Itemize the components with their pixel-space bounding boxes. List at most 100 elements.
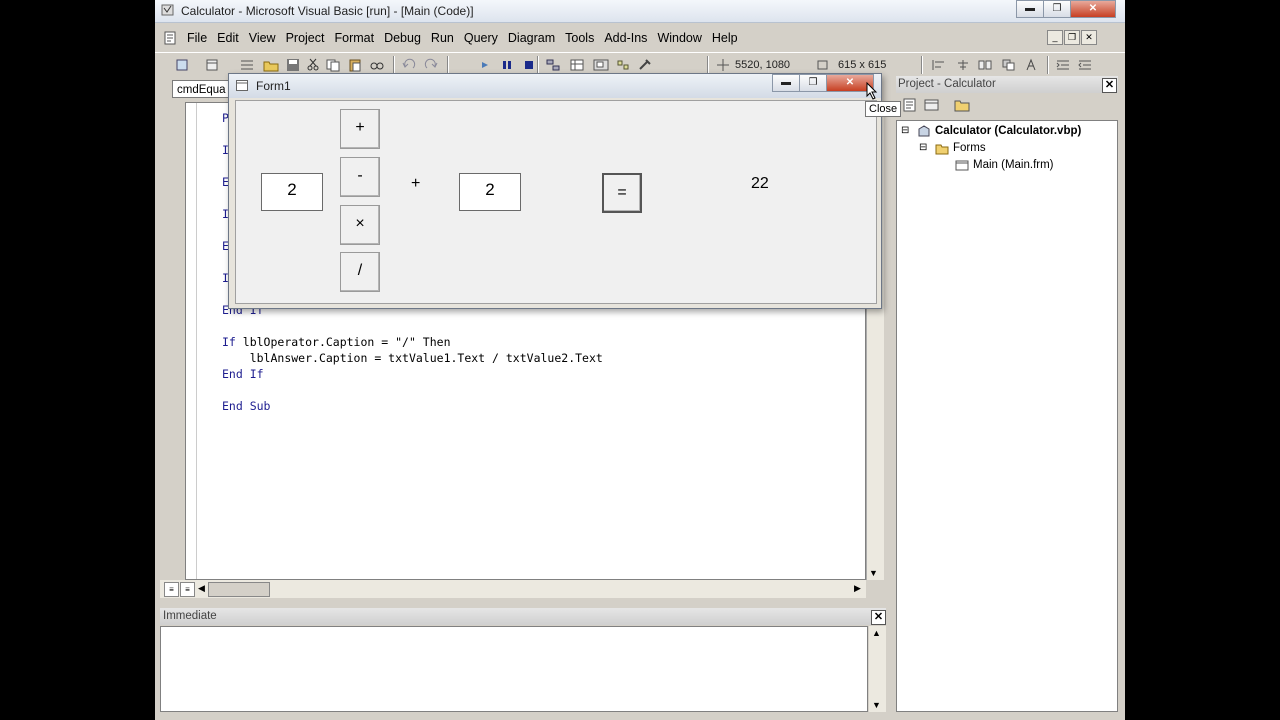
menu-bar: File Edit View Project Format Debug Run …	[155, 28, 1125, 48]
divide-button[interactable]: /	[340, 252, 380, 292]
scroll-thumb[interactable]	[208, 582, 270, 597]
object-browser-icon[interactable]	[615, 58, 631, 72]
font-size-icon[interactable]	[1025, 58, 1041, 72]
menu-query[interactable]: Query	[464, 31, 498, 45]
menu-debug[interactable]: Debug	[384, 31, 421, 45]
position-readout: 5520, 1080	[735, 59, 791, 71]
full-module-view-icon[interactable]: ≡	[180, 582, 195, 597]
collapse-icon[interactable]: ⊟	[919, 142, 927, 153]
form1-title: Form1	[256, 79, 291, 93]
tree-forms-folder[interactable]: Forms	[953, 142, 986, 154]
project-explorer: Project - Calculator ✕ ⊟ Calculator (Cal…	[896, 76, 1118, 712]
find-icon[interactable]	[369, 58, 385, 72]
form1-window: Form1 ▬ ❐ ✕ 2 + - × / + 2 = 22	[228, 73, 882, 309]
bring-front-icon[interactable]	[1001, 58, 1017, 72]
menu-run[interactable]: Run	[431, 31, 454, 45]
menu-file[interactable]: File	[187, 31, 207, 45]
indent-icon[interactable]	[1055, 58, 1071, 72]
tree-project-root[interactable]: Calculator (Calculator.vbp)	[935, 125, 1081, 137]
code-line: If lblOperator.Caption = "/" Then	[222, 335, 451, 349]
collapse-icon[interactable]: ⊟	[901, 125, 909, 136]
answer-label: 22	[751, 175, 769, 192]
immediate-window: Immediate ✕ ▲ ▼	[160, 608, 886, 712]
redo-icon[interactable]	[423, 58, 439, 72]
code-horizontal-scrollbar[interactable]: ≡ ≡ ◀ ▶	[160, 580, 866, 598]
mdi-close-button[interactable]: ✕	[1081, 30, 1097, 45]
menu-help[interactable]: Help	[712, 31, 738, 45]
open-project-icon[interactable]	[263, 58, 279, 72]
cut-icon[interactable]	[305, 58, 321, 72]
scroll-down-icon[interactable]: ▼	[872, 700, 881, 710]
vb-app-icon	[161, 4, 174, 16]
value1-input[interactable]: 2	[261, 173, 323, 211]
menu-project[interactable]: Project	[286, 31, 325, 45]
tree-main-form[interactable]: Main (Main.frm)	[973, 159, 1054, 171]
immediate-title: Immediate	[160, 608, 886, 625]
break-icon[interactable]	[499, 58, 515, 72]
code-line: End Sub	[222, 399, 271, 413]
scroll-left-icon[interactable]: ◀	[198, 583, 205, 594]
add-button[interactable]: +	[340, 109, 380, 149]
paste-icon[interactable]	[347, 58, 363, 72]
project-explorer-icon[interactable]	[545, 58, 561, 72]
align-icon[interactable]	[931, 58, 947, 72]
form-icon	[955, 160, 969, 171]
add-project-icon[interactable]	[175, 58, 191, 72]
outdent-icon[interactable]	[1077, 58, 1093, 72]
procedure-view-icon[interactable]: ≡	[164, 582, 179, 597]
form1-title-bar[interactable]: Form1 ▬ ❐ ✕	[229, 74, 881, 98]
save-project-icon[interactable]	[285, 58, 301, 72]
mdi-minimize-button[interactable]: _	[1047, 30, 1063, 45]
add-form-icon[interactable]	[205, 58, 221, 72]
toolbox-icon[interactable]	[637, 58, 653, 72]
multiply-button[interactable]: ×	[340, 205, 380, 245]
center-icon[interactable]	[955, 58, 971, 72]
code-window-icon[interactable]	[163, 31, 177, 45]
menu-diagram[interactable]: Diagram	[508, 31, 555, 45]
project-icon	[918, 125, 930, 137]
form1-maximize-button[interactable]: ❐	[799, 74, 827, 92]
form-icon	[236, 80, 248, 91]
subtract-button[interactable]: -	[340, 157, 380, 197]
equals-button[interactable]: =	[602, 173, 642, 213]
start-icon[interactable]	[477, 58, 493, 72]
menu-tools[interactable]: Tools	[565, 31, 594, 45]
form-layout-icon[interactable]	[593, 58, 609, 72]
immediate-close-icon[interactable]: ✕	[871, 610, 886, 625]
size-icon	[817, 60, 828, 70]
view-object-icon[interactable]	[924, 98, 940, 112]
value2-input[interactable]: 2	[459, 173, 521, 211]
menu-edit[interactable]: Edit	[217, 31, 239, 45]
maximize-button[interactable]: ❐	[1043, 0, 1071, 18]
immediate-input[interactable]	[160, 626, 868, 712]
code-line: End If	[222, 367, 264, 381]
end-icon[interactable]	[521, 58, 537, 72]
project-tree: ⊟ Calculator (Calculator.vbp) ⊟ Forms Ma…	[896, 120, 1118, 712]
scroll-up-icon[interactable]: ▲	[872, 628, 881, 638]
scroll-right-icon[interactable]: ▶	[854, 583, 861, 594]
project-close-icon[interactable]: ✕	[1102, 78, 1117, 93]
copy-icon[interactable]	[325, 58, 341, 72]
menu-view[interactable]: View	[249, 31, 276, 45]
menu-editor-icon[interactable]	[239, 58, 255, 72]
close-button[interactable]: ✕	[1070, 0, 1116, 18]
menu-window[interactable]: Window	[657, 31, 701, 45]
form1-minimize-button[interactable]: ▬	[772, 74, 800, 92]
properties-window-icon[interactable]	[569, 58, 585, 72]
title-bar: Calculator - Microsoft Visual Basic [run…	[155, 0, 1125, 23]
mdi-controls: _ ❐ ✕	[1046, 30, 1097, 45]
code-line: lblAnswer.Caption = txtValue1.Text / txt…	[249, 351, 603, 365]
menu-format[interactable]: Format	[334, 31, 374, 45]
minimize-button[interactable]: ▬	[1016, 0, 1044, 18]
immediate-scrollbar[interactable]: ▲ ▼	[869, 626, 886, 712]
view-code-icon[interactable]	[902, 98, 918, 112]
menu-add-ins[interactable]: Add-Ins	[604, 31, 647, 45]
undo-icon[interactable]	[401, 58, 417, 72]
project-title: Project - Calculator	[896, 76, 1118, 93]
code-margin[interactable]	[186, 103, 197, 579]
scroll-down-icon[interactable]: ▼	[869, 568, 878, 578]
make-same-size-icon[interactable]	[977, 58, 993, 72]
toggle-folders-icon[interactable]	[954, 98, 970, 112]
form1-client-area: 2 + - × / + 2 = 22	[235, 100, 877, 304]
mdi-restore-button[interactable]: ❐	[1064, 30, 1080, 45]
